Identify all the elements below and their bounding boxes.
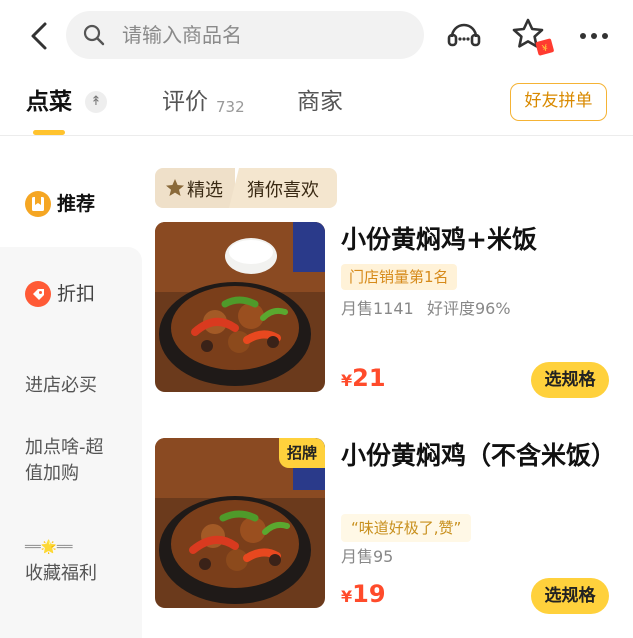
price-currency: ¥	[341, 371, 353, 390]
sales-rank-badge: 门店销量第1名	[341, 264, 457, 290]
sidebar-item-add-ons[interactable]: 加点啥-超值加购	[0, 433, 142, 497]
sidebar-item-recommended[interactable]: 推荐	[0, 177, 142, 231]
group-order-button[interactable]: 好友拼单	[510, 83, 607, 121]
signature-badge: 招牌	[279, 438, 325, 468]
top-bar: 请输入商品名 ¥	[0, 0, 633, 74]
dish-card[interactable]: 招牌 小份黄焖鸡（不含米饭） “味道好极了,赞” 月售95 ¥19 选规格	[155, 438, 633, 614]
section-header: 精选 猜你喜欢	[155, 168, 337, 208]
sidebar-item-favorite-perks[interactable]: ══🌟══ 收藏福利	[0, 533, 142, 597]
customer-service-icon[interactable]	[446, 17, 482, 53]
price-value: 21	[352, 364, 386, 392]
star-icon	[166, 179, 184, 196]
dish-name: 小份黄焖鸡+米饭	[341, 225, 537, 254]
sidebar-item-label: 进店必买	[25, 375, 97, 396]
guess-you-like-tag: 猜你喜欢	[229, 168, 337, 208]
price: ¥19	[341, 580, 386, 608]
discount-tag-icon	[25, 281, 51, 307]
sun-decoration-icon: ══🌟══	[25, 540, 73, 555]
category-sidebar: 推荐 折扣 进店必买 加点啥-超值加购 ══🌟══ 收藏福利	[0, 137, 142, 638]
select-spec-button[interactable]: 选规格	[531, 578, 609, 614]
active-tab-indicator	[33, 130, 65, 135]
price-value: 19	[352, 580, 386, 608]
more-options-icon[interactable]	[578, 22, 610, 50]
select-spec-button[interactable]: 选规格	[531, 362, 609, 398]
back-arrow-icon[interactable]	[26, 20, 54, 52]
search-placeholder: 请输入商品名	[122, 23, 242, 47]
featured-label: 精选	[187, 180, 223, 201]
tab-reviews[interactable]: 评价	[162, 86, 208, 118]
sidebar-item-must-buy[interactable]: 进店必买	[0, 359, 142, 413]
dish-image[interactable]: 招牌	[155, 438, 325, 608]
tab-order[interactable]: 点菜	[26, 86, 72, 118]
monthly-sales: 月售95	[341, 547, 394, 566]
tab-merchant[interactable]: 商家	[297, 86, 343, 118]
sidebar-item-discount[interactable]: 折扣	[0, 267, 142, 321]
sidebar-item-label: 折扣	[57, 283, 96, 305]
rating: 好评度96%	[427, 299, 511, 318]
guess-you-like-label: 猜你喜欢	[247, 180, 319, 201]
price: ¥21	[341, 364, 386, 392]
dish-name: 小份黄焖鸡（不含米饭）	[341, 441, 617, 470]
price-currency: ¥	[341, 587, 353, 606]
bookmark-icon	[25, 191, 51, 217]
sidebar-item-label: 加点啥-超值加购	[25, 437, 104, 484]
sidebar-item-label: 推荐	[57, 193, 96, 215]
monthly-sales: 月售1141	[341, 299, 414, 318]
tab-bar: 点菜 ↟ 评价 732 商家 好友拼单	[0, 74, 633, 136]
reviews-count: 732	[216, 98, 245, 116]
dish-card[interactable]: 小份黄焖鸡+米饭 门店销量第1名 月售1141 好评度96% ¥21 选规格	[155, 222, 633, 398]
dish-image[interactable]	[155, 222, 325, 392]
search-icon	[83, 24, 105, 46]
favorite-star-icon[interactable]: ¥	[512, 16, 556, 60]
collapse-up-icon[interactable]: ↟	[85, 91, 107, 113]
featured-tag: 精选	[155, 168, 235, 208]
review-quote: “味道好极了,赞”	[341, 514, 472, 542]
search-input[interactable]: 请输入商品名	[66, 11, 424, 59]
sidebar-item-label: 收藏福利	[25, 563, 97, 584]
